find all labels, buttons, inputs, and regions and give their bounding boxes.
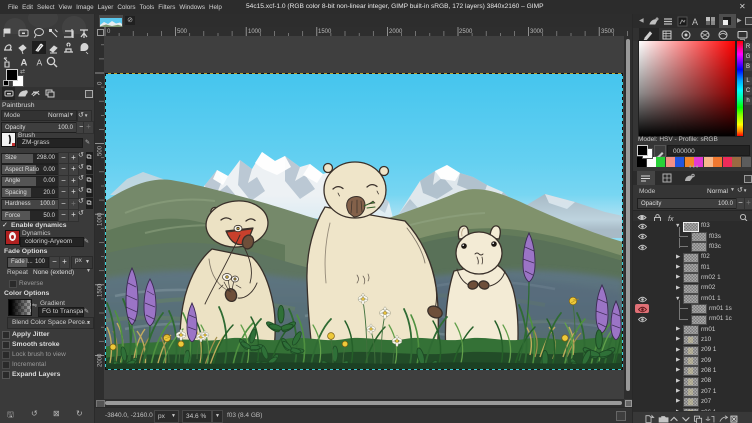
svg-text:2500: 2500 <box>459 29 473 35</box>
svg-text:1000: 1000 <box>98 212 104 226</box>
svg-text:2000: 2000 <box>98 353 104 367</box>
svg-text:1500: 1500 <box>318 29 332 35</box>
svg-text:500: 500 <box>98 145 104 156</box>
svg-text:500: 500 <box>177 29 188 35</box>
svg-text:1500: 1500 <box>98 283 104 297</box>
svg-text:A: A <box>692 17 698 27</box>
svg-text:3500: 3500 <box>601 29 615 35</box>
svg-text:A: A <box>37 58 43 68</box>
svg-text:3000: 3000 <box>530 29 544 35</box>
svg-text:A: A <box>21 58 28 69</box>
svg-text:1000: 1000 <box>248 29 262 35</box>
svg-text:2000: 2000 <box>389 29 403 35</box>
